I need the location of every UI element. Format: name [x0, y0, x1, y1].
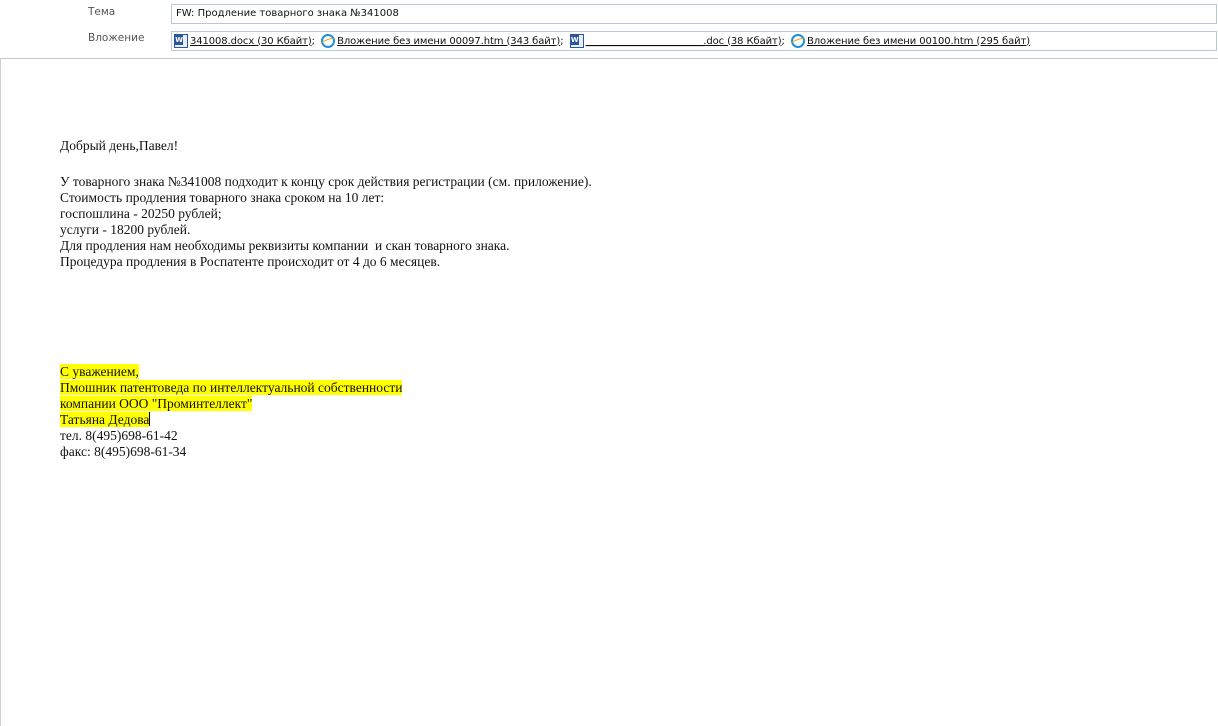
word-doc-icon: [569, 34, 584, 48]
body-line: услуги - 18200 рублей.: [60, 222, 191, 237]
attachment-item[interactable]: Вложение без имени 00100.htm (295 байт): [791, 34, 1030, 48]
signature-fax: факс: 8(495)698-61-34: [60, 444, 187, 459]
attachment-separator: ;: [781, 35, 785, 47]
attachment-item[interactable]: Вложение без имени 00097.htm (343 байт) …: [321, 34, 566, 48]
ie-htm-icon: [791, 34, 805, 48]
attachment-name[interactable]: Вложение без имени 00100.htm (295 байт): [807, 36, 1030, 47]
body-line: Для продления нам необходимы реквизиты к…: [60, 238, 510, 253]
ie-htm-icon: [321, 34, 336, 48]
attachments-field: 341008.docx (30 Кбайт) ; Вложение без им…: [171, 31, 1217, 51]
attachment-name[interactable]: 341008.docx (30 Кбайт): [190, 36, 312, 47]
attachment-separator: ;: [311, 35, 315, 47]
body-line: Стоимость продления товарного знака срок…: [60, 190, 385, 205]
text-cursor: [149, 412, 151, 426]
attachment-item[interactable]: 341008.docx (30 Кбайт) ;: [174, 34, 318, 48]
body-line: госпошлина - 20250 рублей;: [60, 206, 222, 221]
attachment-separator: ;: [560, 35, 564, 47]
subject-field[interactable]: FW: Продление товарного знака №341008: [171, 4, 1217, 24]
attachment-name[interactable]: ________________________.doc (38 Кбайт): [586, 36, 782, 47]
header-divider: [0, 58, 1218, 59]
body-line: У товарного знака №341008 подходит к кон…: [60, 174, 592, 189]
attachment-label: Вложение: [88, 32, 145, 44]
signature-closing: С уважением,: [60, 364, 139, 379]
word-doc-icon: [174, 34, 188, 48]
signature-company: компании ООО "Проминтеллект": [60, 396, 253, 411]
attachment-item[interactable]: ________________________.doc (38 Кбайт) …: [569, 34, 788, 48]
message-body[interactable]: Добрый день,Павел! У товарного знака №34…: [60, 138, 592, 460]
subject-label: Тема: [88, 6, 116, 18]
signature-position: Пмошник патентоведа по интеллектуальной …: [60, 380, 403, 395]
body-left-border: [0, 58, 1, 726]
attachment-name[interactable]: Вложение без имени 00097.htm (343 байт): [337, 36, 560, 47]
body-line: Процедура продления в Роспатенте происхо…: [60, 254, 441, 269]
message-header: Тема FW: Продление товарного знака №3410…: [0, 0, 1218, 58]
signature-phone: тел. 8(495)698-61-42: [60, 428, 178, 443]
signature-name: Татьяна Дедова: [60, 412, 151, 427]
greeting: Добрый день,Павел!: [60, 138, 179, 153]
